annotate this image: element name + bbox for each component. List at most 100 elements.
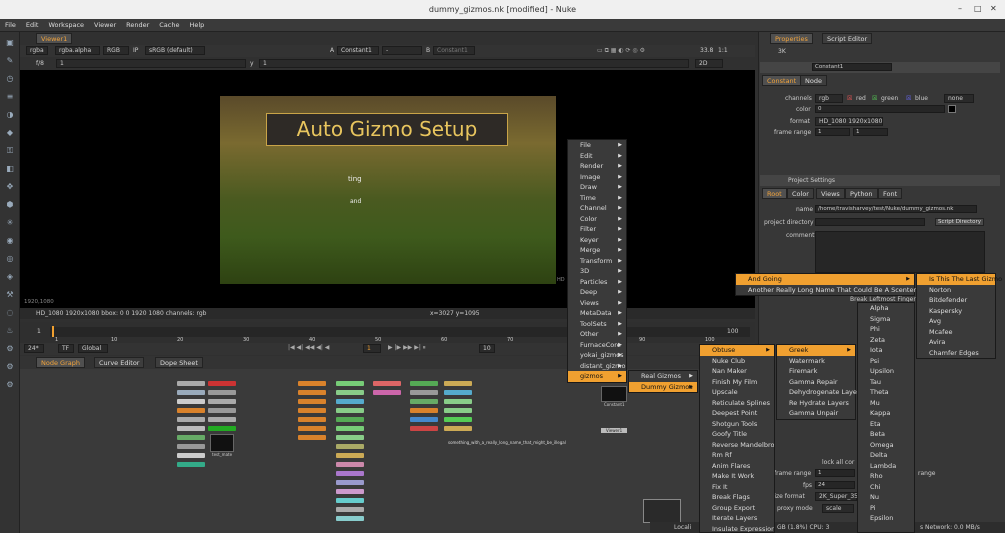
menu-item-upscale[interactable]: Upscale [700,387,774,398]
frame-start-field[interactable]: 1 [815,128,850,136]
rgb-dropdown[interactable]: RGB [103,46,129,55]
time-icon[interactable]: ◷ [5,74,15,84]
tab-curve-editor[interactable]: Curve Editor [94,357,145,368]
project-dir-field[interactable] [815,218,925,226]
long-node-name[interactable]: something_with_a_really_long_name_that_m… [448,440,566,445]
menu-item-file[interactable]: File ▶ [568,140,626,151]
node-name-field[interactable]: Constant1 [812,63,892,71]
menu-item-color[interactable]: Color ▶ [568,214,626,225]
deep-icon[interactable]: ◉ [5,236,15,246]
menu-render[interactable]: Render [121,19,154,31]
tab-viewer[interactable]: Viewer1 [36,33,73,44]
tab-node-graph[interactable]: Node Graph [36,357,85,368]
menu-item-gamma-unpair[interactable]: Gamma Unpair [777,408,855,419]
fstop-label[interactable]: f/8 [36,60,44,67]
menu-item-finish-my-film[interactable]: Finish My Film [700,377,774,388]
menu-item-reticulate-splines[interactable]: Reticulate Splines [700,398,774,409]
menu-item-avg[interactable]: Avg [917,316,995,327]
menu-item-other[interactable]: Other ▶ [568,329,626,340]
b-input-dropdown[interactable]: Constant1 [433,46,475,55]
menu-item-mu[interactable]: Mu [858,398,914,409]
menu-item-insulate-expression[interactable]: Insulate Expression [700,524,774,533]
view-mode-dropdown[interactable]: 2D [695,59,723,68]
menu-item-mcafee[interactable]: Mcafee [917,327,995,338]
tab-font[interactable]: Font [878,188,903,199]
tab-root[interactable]: Root [762,188,787,199]
menu-viewer[interactable]: Viewer [89,19,121,31]
gizmo-icon-2[interactable]: ⚙ [5,362,15,372]
frame-range-field[interactable]: 1 [815,469,855,477]
menu-item-particles[interactable]: Particles ▶ [568,277,626,288]
menu-item-rho[interactable]: Rho [858,471,914,482]
tab-dope-sheet[interactable]: Dope Sheet [155,357,203,368]
alpha-dropdown[interactable]: rgba.alpha [55,46,100,55]
menu-item-filter[interactable]: Filter ▶ [568,224,626,235]
menu-item-greek[interactable]: Greek ▶ [777,345,855,356]
composite-dropdown[interactable]: - [382,46,422,55]
ratio-value[interactable]: 1:1 [718,47,728,54]
menu-item-is-this-the-last-gizmo[interactable]: Is This The Last Gizmo [917,274,1002,285]
menu-item-reverse-mandelbrot[interactable]: Reverse Mandelbrot [700,440,774,451]
format-select[interactable]: HD_1080 1920x1080 [815,117,883,126]
menu-item-lambda[interactable]: Lambda [858,461,914,472]
menu-item-shotgun-tools[interactable]: Shotgun Tools [700,419,774,430]
constant-node[interactable] [601,386,627,402]
colorspace-dropdown[interactable]: sRGB (default) [145,46,205,55]
menu-item-time[interactable]: Time ▶ [568,193,626,204]
menu-help[interactable]: Help [184,19,209,31]
menu-item-yokai-gizmos[interactable]: yokai_gizmos ▶ [568,350,626,361]
max-panels[interactable]: 3K [778,48,786,55]
menu-item-nan-maker[interactable]: Nan Maker [700,366,774,377]
channels-select[interactable]: rgb [815,94,843,103]
step-field[interactable]: 10 [479,344,495,353]
menu-item-upsilon[interactable]: Upsilon [858,366,914,377]
transform-icon[interactable]: ✥ [5,182,15,192]
menu-item-omega[interactable]: Omega [858,440,914,451]
color-swatch[interactable] [948,105,956,113]
menu-item-rm-rf[interactable]: Rm Rf [700,450,774,461]
frame-end-field[interactable]: 1 [853,128,888,136]
other-icon[interactable]: ◌ [5,308,15,318]
menu-item-gamma-repair[interactable]: Gamma Repair [777,377,855,388]
menu-item-chamfer-edges[interactable]: Chamfer Edges [917,348,995,359]
tab-script-editor[interactable]: Script Editor [822,33,873,44]
current-frame[interactable]: 1 [363,344,381,353]
merge-icon[interactable]: ◧ [5,164,15,174]
menu-item-distant-gizmo[interactable]: distant_gizmo ▶ [568,361,626,372]
particles-icon[interactable]: ✳ [5,218,15,228]
menu-item-re-hydrate-layers[interactable]: Re Hydrate Layers [777,398,855,409]
menu-edit[interactable]: Edit [21,19,44,31]
menu-item-channel[interactable]: Channel ▶ [568,203,626,214]
metadata-icon[interactable]: ◈ [5,272,15,282]
menu-item-furnacecore[interactable]: FurnaceCore ▶ [568,340,626,351]
menu-item-keyer[interactable]: Keyer ▶ [568,235,626,246]
menu-workspace[interactable]: Workspace [43,19,89,31]
menu-item-fix-it[interactable]: Fix It [700,482,774,493]
tab-constant[interactable]: Constant [762,75,802,86]
gamma-field[interactable]: 1 [259,59,689,68]
full-size-select[interactable]: 2K_Super_35 [815,492,858,501]
menu-file[interactable]: File [0,19,21,31]
zoom-value[interactable]: 33.8 [700,47,713,54]
menu-item-toolsets[interactable]: ToolSets ▶ [568,319,626,330]
menu-cache[interactable]: Cache [154,19,184,31]
viewer-tool-icons[interactable]: ▭ ⧉ ▦ ◐ ⟳ ◎ ⚙ [597,47,645,55]
menu-item-kaspersky[interactable]: Kaspersky [917,306,995,317]
menu-item-make-it-work[interactable]: Make It Work [700,471,774,482]
menu-item-nuke-club[interactable]: Nuke Club [700,356,774,367]
green-checkbox[interactable]: ☒ [872,95,877,102]
menu-item-metadata[interactable]: MetaData ▶ [568,308,626,319]
channel-icon[interactable]: ≡ [5,92,15,102]
menu-item-deep[interactable]: Deep ▶ [568,287,626,298]
red-checkbox[interactable]: ☒ [847,95,852,102]
transport-controls[interactable]: |◀ ◀| ◀◀ ◀| ◀ [288,344,329,351]
3d-icon[interactable]: ⬢ [5,200,15,210]
furnace-icon[interactable]: ♨ [5,326,15,336]
menu-item-3d[interactable]: 3D ▶ [568,266,626,277]
menu-item-watermark[interactable]: Watermark [777,356,855,367]
filter-icon[interactable]: ◆ [5,128,15,138]
menu-item-transform[interactable]: Transform ▶ [568,256,626,267]
menu-item-psi[interactable]: Psi [858,356,914,367]
tab-views[interactable]: Views [816,188,845,199]
alpha-channel-select[interactable]: none [944,94,974,103]
